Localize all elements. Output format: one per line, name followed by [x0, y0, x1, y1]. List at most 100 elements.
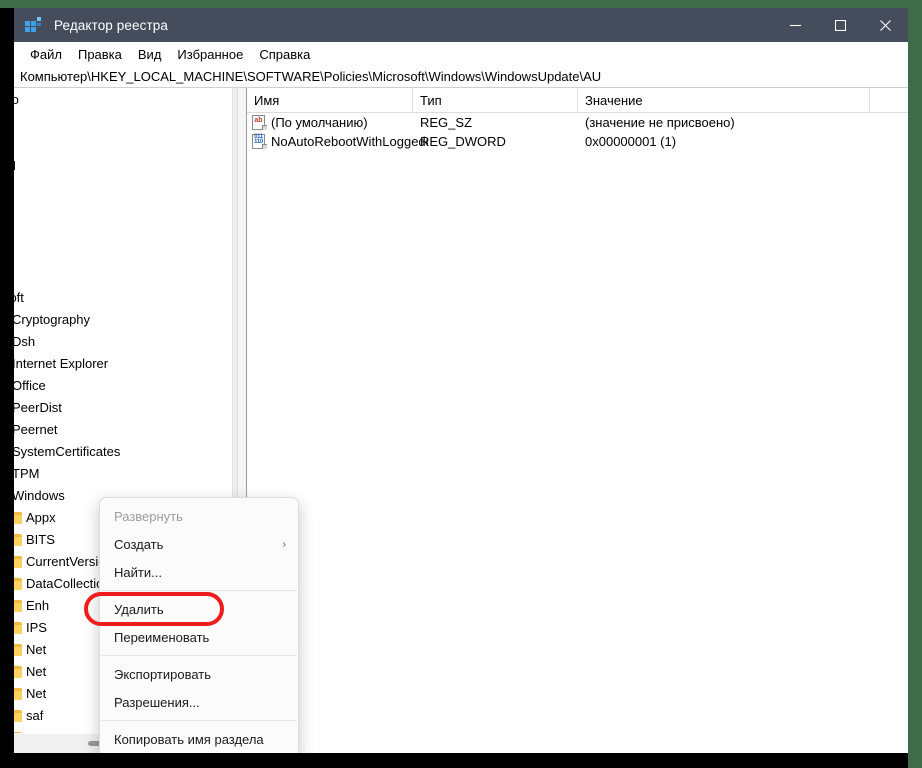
- tree-item[interactable]: icrosoft: [14, 286, 232, 308]
- tree-item-label: Peernet: [14, 421, 58, 437]
- menu-bar: Файл Правка Вид Избранное Справка: [14, 42, 908, 66]
- tree-item-content: BITS: [14, 528, 55, 550]
- tree-item-label: Dsh: [14, 333, 36, 349]
- tree-item-label: Cryptography: [14, 311, 91, 327]
- string-glyph: ab: [253, 116, 264, 125]
- ctx-permissions-label: Разрешения...: [114, 694, 200, 710]
- menu-view[interactable]: Вид: [130, 45, 170, 64]
- folder-icon: [14, 709, 22, 722]
- tree-item-label: TPM: [14, 465, 40, 481]
- tree-item-content: Cryptography: [14, 308, 90, 330]
- tree-item-content: nSSH: [14, 154, 16, 176]
- maximize-button[interactable]: [818, 8, 863, 42]
- column-name[interactable]: Имя: [247, 88, 413, 112]
- tree-item-content: Office: [14, 374, 46, 396]
- tree-item[interactable]: Peernet: [14, 418, 232, 440]
- value-name: NoAutoRebootWithLoggedOnUs...: [271, 134, 428, 149]
- ctx-permissions[interactable]: Разрешения...: [100, 688, 298, 716]
- value-data-cell: 0x00000001 (1): [585, 134, 677, 149]
- tree-item-content: icrosoft: [14, 286, 24, 308]
- address-bar[interactable]: Компьютер\HKEY_LOCAL_MACHINE\SOFTWARE\Po…: [14, 66, 908, 88]
- tree-item-label: Net: [26, 663, 47, 679]
- string-value-icon: ab: [252, 115, 267, 130]
- tree-item[interactable]: TPM: [14, 462, 232, 484]
- close-button[interactable]: [863, 8, 908, 42]
- tree-item[interactable]: Studio: [14, 88, 232, 110]
- tree-item[interactable]: [14, 132, 232, 154]
- tree-item-content: Set: [14, 726, 46, 733]
- folder-icon: [14, 687, 22, 700]
- ctx-expand-label: Развернуть: [114, 508, 183, 524]
- dword-glyph: 011 110: [254, 134, 263, 145]
- ctx-find[interactable]: Найти...: [100, 558, 298, 586]
- value-type-cell: REG_SZ: [420, 115, 473, 130]
- tree-item-label: IPS: [26, 619, 47, 635]
- table-row[interactable]: ab (По умолчанию) REG_SZ (значение не присв…: [247, 113, 908, 132]
- ctx-copy-key-name[interactable]: Копировать имя раздела: [100, 725, 298, 753]
- menu-help[interactable]: Справка: [251, 45, 318, 64]
- column-value[interactable]: Значение: [578, 88, 870, 112]
- ctx-rename[interactable]: Переименовать: [100, 623, 298, 651]
- tree-item-label: Appx: [26, 509, 56, 525]
- menu-favorites[interactable]: Избранное: [169, 45, 251, 64]
- context-menu[interactable]: Развернуть Создать › Найти... Удалить Переиме…: [84, 497, 299, 753]
- menu-separator: [101, 720, 297, 721]
- tree-item[interactable]: le: [14, 176, 232, 198]
- ctx-new[interactable]: Создать ›: [100, 530, 298, 558]
- tree-item-label: PeerDist: [14, 399, 62, 415]
- menu-separator: [101, 590, 297, 591]
- tree-item-label: Office: [14, 377, 46, 393]
- folder-icon: [14, 599, 22, 612]
- ctx-delete-label: Удалить: [114, 601, 164, 617]
- tree-item[interactable]: Cryptography: [14, 308, 232, 330]
- ctx-expand: Развернуть: [100, 502, 298, 530]
- folder-icon: [14, 577, 22, 590]
- values-list-header: Имя Тип Значение: [247, 88, 908, 113]
- ctx-find-label: Найти...: [114, 564, 162, 580]
- folder-icon: [14, 511, 22, 524]
- values-list-pane[interactable]: Имя Тип Значение ab (По умолчанию) REG_SZ (зн…: [246, 88, 908, 753]
- tree-item-label: DataCollection: [26, 575, 111, 591]
- table-row[interactable]: 011110 NoAutoRebootWithLoggedOnUs...REG_D…: [247, 132, 908, 151]
- tree-item[interactable]: aer: [14, 220, 232, 242]
- minimize-button[interactable]: [773, 8, 818, 42]
- column-type[interactable]: Тип: [413, 88, 578, 112]
- tree-item-content: Windows: [14, 484, 65, 506]
- tree-item-label: nSSH: [14, 158, 16, 173]
- tree-item-label: SystemCertificates: [14, 443, 121, 459]
- tree-item-content: PeerDist: [14, 396, 62, 418]
- tree-item[interactable]: PeerDist: [14, 396, 232, 418]
- tree-item-content: Appx: [14, 506, 56, 528]
- tree-item-label: BITS: [26, 531, 55, 547]
- folder-icon: [14, 643, 22, 656]
- folder-icon: [14, 665, 22, 678]
- value-name-cell: 011110 NoAutoRebootWithLoggedOnUs...: [252, 132, 428, 151]
- ctx-export-label: Экспортировать: [114, 666, 211, 682]
- menu-file[interactable]: Файл: [22, 45, 70, 64]
- tree-item-label: Studio: [14, 91, 19, 107]
- tree-item[interactable]: C: [14, 110, 232, 132]
- window-title: Редактор реестра: [54, 17, 168, 33]
- tree-item-content: Net: [14, 682, 46, 704]
- tree-item[interactable]: SystemCertificates: [14, 440, 232, 462]
- column-type-label: Тип: [420, 92, 442, 108]
- tree-item[interactable]: Internet Explorer: [14, 352, 232, 374]
- registry-editor-window: Редактор реестра Файл Правка Вид Избранное С…: [14, 8, 908, 753]
- ctx-delete[interactable]: Удалить: [100, 595, 298, 623]
- window-controls: [773, 8, 908, 42]
- dword-value-icon: 011 110: [252, 134, 267, 149]
- registry-editor-icon: [25, 16, 42, 34]
- tree-item[interactable]: Dsh: [14, 330, 232, 352]
- tree-item[interactable]: rm: [14, 242, 232, 264]
- values-list-rows: ab (По умолчанию) REG_SZ (значение не присв…: [247, 113, 908, 151]
- ctx-copy-key-name-label: Копировать имя раздела: [114, 731, 264, 747]
- menu-edit[interactable]: Правка: [70, 45, 130, 64]
- folder-icon: [14, 555, 22, 568]
- tree-item-content: Studio: [14, 88, 19, 110]
- tree-item[interactable]: ies: [14, 264, 232, 286]
- ctx-export[interactable]: Экспортировать: [100, 660, 298, 688]
- tree-item[interactable]: nSSH: [14, 154, 232, 176]
- tree-item[interactable]: Office: [14, 374, 232, 396]
- tree-item[interactable]: t.net: [14, 198, 232, 220]
- menu-separator: [101, 655, 297, 656]
